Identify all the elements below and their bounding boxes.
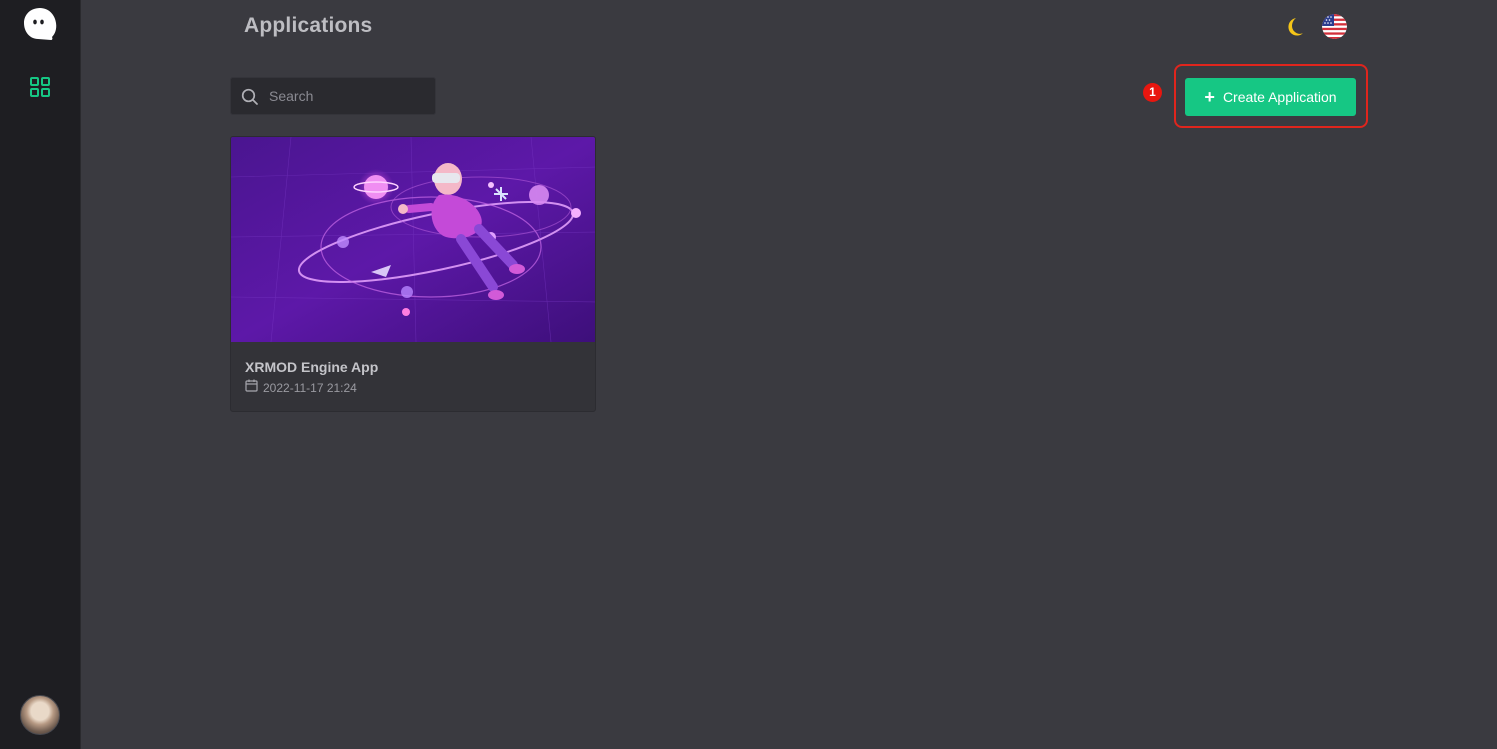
create-application-button[interactable]: + Create Application	[1185, 78, 1356, 116]
app-date: 2022-11-17 21:24	[263, 381, 357, 395]
page-title: Applications	[244, 14, 373, 37]
create-application-label: Create Application	[1222, 89, 1337, 105]
grid-icon[interactable]	[29, 76, 51, 98]
step-badge: 1	[1143, 83, 1162, 102]
avatar[interactable]	[20, 695, 60, 735]
app-name: XRMOD Engine App	[245, 359, 379, 375]
moon-icon[interactable]	[1281, 15, 1305, 39]
plus-icon: +	[1204, 87, 1215, 107]
search-box	[230, 77, 436, 115]
search-input[interactable]	[269, 78, 433, 114]
app-date-row: 2022-11-17 21:24	[245, 379, 357, 397]
sidebar	[0, 0, 81, 749]
app-thumbnail	[231, 137, 595, 343]
search-icon	[241, 88, 259, 106]
app-card[interactable]: XRMOD Engine App 2022-11-17 21:24	[230, 136, 596, 412]
us-flag-icon[interactable]	[1322, 14, 1347, 39]
calendar-icon	[245, 379, 258, 397]
ghost-logo-icon[interactable]	[21, 6, 59, 42]
